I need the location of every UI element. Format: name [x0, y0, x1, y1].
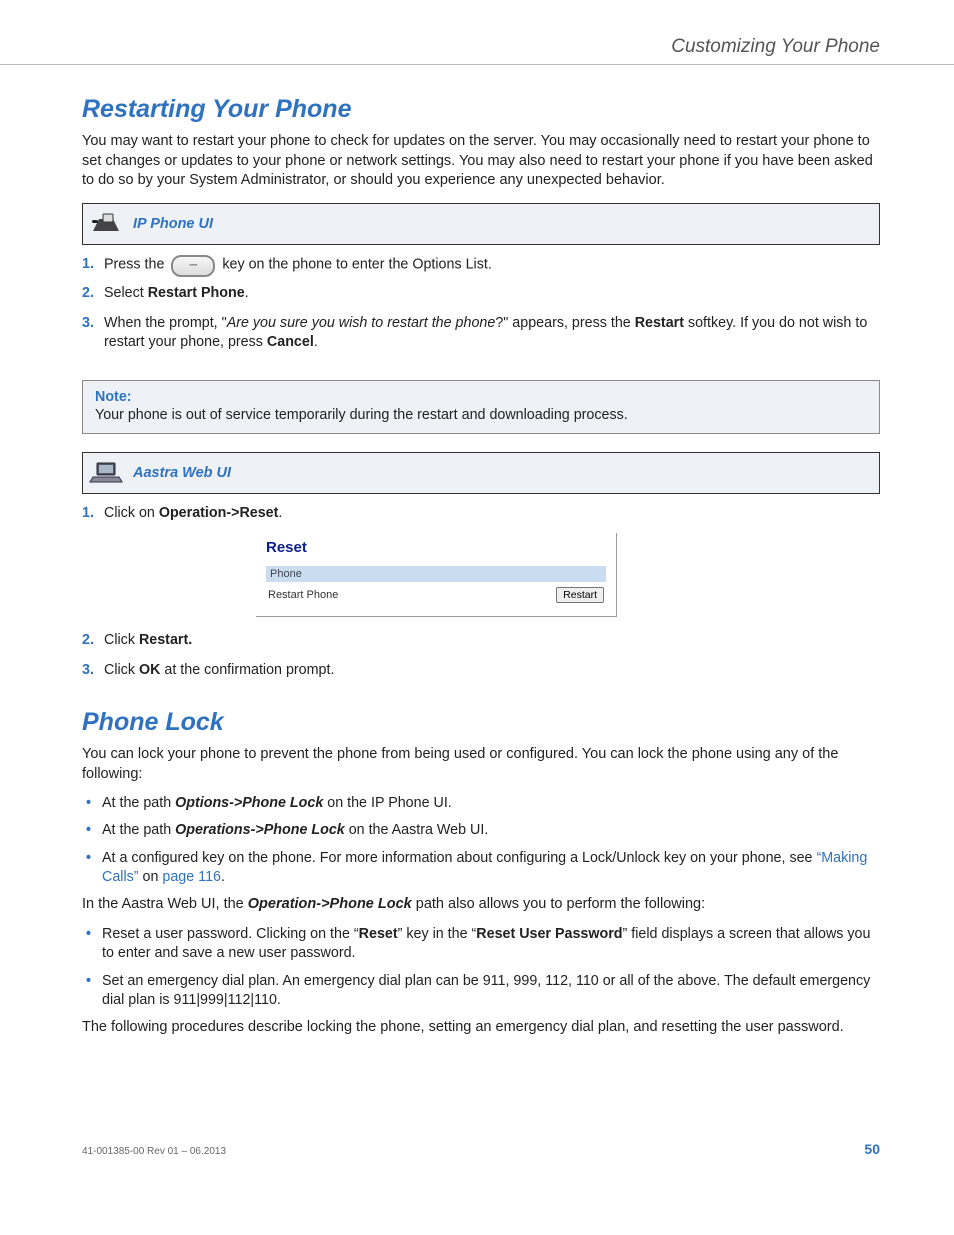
step-number: 3. — [82, 661, 94, 680]
bold-text: Restart. — [139, 632, 192, 648]
list-item: Set an emergency dial plan. An emergency… — [82, 972, 880, 1011]
step-text: Select — [104, 285, 148, 301]
bullet-text: . — [221, 869, 225, 885]
footer-revision: 41-001385-00 Rev 01 – 06.2013 — [82, 1146, 226, 1157]
bold-text: OK — [139, 662, 160, 678]
web-steps-list: 1. Click on Operation->Reset. — [82, 504, 880, 523]
telephone-icon — [89, 211, 123, 237]
note-box: Note: Your phone is out of service tempo… — [82, 380, 880, 434]
restarting-intro: You may want to restart your phone to ch… — [82, 132, 880, 191]
restart-button[interactable]: Restart — [556, 587, 604, 603]
reset-panel-section: Phone — [266, 566, 606, 582]
header-rule — [0, 64, 954, 65]
step-text: Press the — [104, 256, 168, 272]
reset-panel-row: Restart Phone Restart — [266, 586, 606, 604]
page-footer: 41-001385-00 Rev 01 – 06.2013 50 — [82, 1141, 880, 1157]
list-item: 1. Press the key on the phone to enter t… — [82, 255, 880, 275]
list-item: Reset a user password. Clicking on the “… — [82, 925, 880, 964]
laptop-icon — [89, 460, 123, 486]
bold-italic-text: Options->Phone Lock — [175, 795, 323, 811]
bold-text: Restart Phone — [148, 285, 245, 301]
web-steps-list-2: 2. Click Restart. 3. Click OK at the con… — [82, 631, 880, 680]
list-item: 2. Select Restart Phone. — [82, 284, 880, 303]
list-item: At the path Options->Phone Lock on the I… — [82, 794, 880, 813]
bold-italic-text: Operations->Phone Lock — [175, 822, 345, 838]
reset-panel-title: Reset — [266, 539, 606, 556]
bold-text: Reset — [359, 926, 398, 942]
step-number: 3. — [82, 314, 94, 333]
section-title-phone-lock: Phone Lock — [82, 708, 880, 737]
list-item: 2. Click Restart. — [82, 631, 880, 650]
note-heading: Note: — [95, 389, 867, 405]
bold-text: Cancel — [267, 334, 314, 350]
step-text: ?" appears, press the — [495, 315, 634, 331]
list-item: At the path Operations->Phone Lock on th… — [82, 821, 880, 840]
bold-text: Restart — [635, 315, 684, 331]
step-text: key on the phone to enter the Options Li… — [222, 256, 491, 272]
step-text: When the prompt, " — [104, 315, 227, 331]
italic-text: Are you sure you wish to restart the pho… — [227, 315, 496, 331]
aastra-web-ui-label: Aastra Web UI — [133, 465, 231, 481]
ip-phone-ui-label: IP Phone UI — [133, 216, 213, 232]
ip-phone-ui-bar: IP Phone UI — [82, 203, 880, 245]
step-number: 2. — [82, 631, 94, 650]
bold-italic-text: Operation->Phone Lock — [248, 896, 412, 912]
running-header: Customizing Your Phone — [82, 36, 880, 58]
step-text: . — [314, 334, 318, 350]
bullet-text: ” key in the “ — [398, 926, 477, 942]
note-body: Your phone is out of service temporarily… — [95, 407, 867, 423]
reset-row-label: Restart Phone — [268, 589, 338, 601]
bullet-text: At the path — [102, 822, 175, 838]
step-number: 1. — [82, 504, 94, 523]
bullet-text: At a configured key on the phone. For mo… — [102, 850, 816, 866]
bullet-text: Set an emergency dial plan. An emergency… — [102, 973, 870, 1008]
bullet-text: on — [139, 869, 163, 885]
text: path also allows you to perform the foll… — [412, 896, 705, 912]
list-item: 1. Click on Operation->Reset. — [82, 504, 880, 523]
bullet-text: on the Aastra Web UI. — [345, 822, 489, 838]
text: In the Aastra Web UI, the — [82, 896, 248, 912]
step-text: . — [245, 285, 249, 301]
phone-lock-intro: You can lock your phone to prevent the p… — [82, 745, 880, 784]
list-item: At a configured key on the phone. For mo… — [82, 849, 880, 888]
step-text: at the confirmation prompt. — [160, 662, 334, 678]
bold-text: Operation->Reset — [159, 505, 279, 521]
phone-lock-outro: The following procedures describe lockin… — [82, 1018, 880, 1038]
step-text: . — [278, 505, 282, 521]
page-link[interactable]: page 116 — [162, 869, 221, 885]
ip-steps-list: 1. Press the key on the phone to enter t… — [82, 255, 880, 352]
aastra-web-ui-bar: Aastra Web UI — [82, 452, 880, 494]
page-number: 50 — [864, 1141, 880, 1157]
phone-lock-mid: In the Aastra Web UI, the Operation->Pho… — [82, 895, 880, 915]
step-text: Click — [104, 662, 139, 678]
step-text: Click on — [104, 505, 159, 521]
bold-text: Reset User Password — [476, 926, 622, 942]
list-item: 3. When the prompt, "Are you sure you wi… — [82, 314, 880, 353]
list-item: 3. Click OK at the confirmation prompt. — [82, 661, 880, 680]
phone-lock-bullets-2: Reset a user password. Clicking on the “… — [82, 925, 880, 1010]
bullet-text: Reset a user password. Clicking on the “ — [102, 926, 359, 942]
step-number: 1. — [82, 255, 94, 274]
phone-lock-bullets-1: At the path Options->Phone Lock on the I… — [82, 794, 880, 887]
options-key-icon — [171, 255, 215, 277]
step-text: Click — [104, 632, 139, 648]
bullet-text: At the path — [102, 795, 175, 811]
reset-panel: Reset Phone Restart Phone Restart — [256, 533, 617, 617]
document-page: Customizing Your Phone Restarting Your P… — [0, 0, 954, 1235]
bullet-text: on the IP Phone UI. — [323, 795, 452, 811]
section-title-restarting: Restarting Your Phone — [82, 95, 880, 124]
step-number: 2. — [82, 284, 94, 303]
